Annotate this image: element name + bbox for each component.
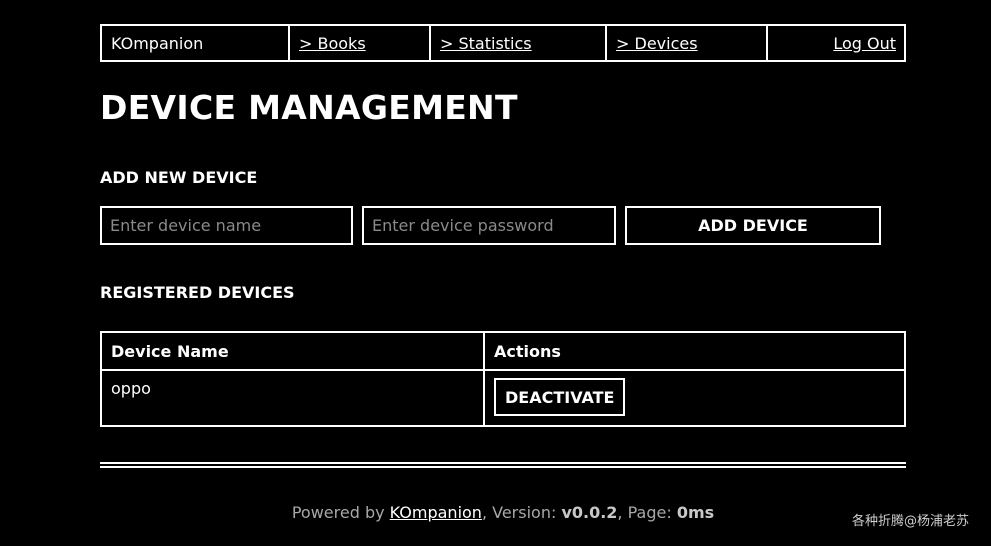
brand-label: KOmpanion xyxy=(111,33,204,53)
footer-divider-bottom xyxy=(100,466,906,468)
brand: KOmpanion xyxy=(102,26,290,60)
footer-divider-top xyxy=(100,462,906,464)
footer-version-label: , Version: xyxy=(481,503,562,522)
add-device-heading: ADD NEW DEVICE xyxy=(100,168,258,187)
footer: Powered by KOmpanion, Version: v0.0.2, P… xyxy=(100,503,906,522)
top-nav: KOmpanion > Books > Statistics > Devices… xyxy=(100,24,906,62)
device-name-cell: oppo xyxy=(100,369,485,427)
add-device-button[interactable]: ADD DEVICE xyxy=(625,206,881,245)
column-header-actions: Actions xyxy=(483,331,906,371)
device-password-input[interactable] xyxy=(362,206,616,245)
watermark: 各种折腾@杨浦老苏 xyxy=(851,514,969,529)
nav-item-devices: > Devices xyxy=(607,26,768,60)
nav-item-books: > Books xyxy=(290,26,431,60)
page: KOmpanion > Books > Statistics > Devices… xyxy=(0,0,991,546)
books-link[interactable]: > Books xyxy=(299,34,366,53)
nav-item-statistics: > Statistics xyxy=(431,26,607,60)
table-row: oppo DEACTIVATE xyxy=(100,369,906,427)
devices-table: Device Name Actions oppo DEACTIVATE xyxy=(100,331,906,427)
footer-version: v0.0.2 xyxy=(561,503,618,522)
registered-devices-heading: REGISTERED DEVICES xyxy=(100,283,295,302)
actions-cell: DEACTIVATE xyxy=(483,369,906,427)
page-title: DEVICE MANAGEMENT xyxy=(100,88,518,127)
nav-item-logout: Log Out xyxy=(768,26,904,60)
statistics-link[interactable]: > Statistics xyxy=(440,34,532,53)
footer-page-label: , Page: xyxy=(617,503,677,522)
device-name-input[interactable] xyxy=(100,206,353,245)
footer-powered-by: Powered by xyxy=(291,503,390,522)
footer-page-time: 0ms xyxy=(676,503,715,522)
devices-link[interactable]: > Devices xyxy=(616,34,698,53)
column-header-device-name: Device Name xyxy=(100,331,485,371)
footer-kompanion-link[interactable]: KOmpanion xyxy=(390,503,482,522)
table-header-row: Device Name Actions xyxy=(100,331,906,371)
logout-link[interactable]: Log Out xyxy=(833,34,896,53)
deactivate-button[interactable]: DEACTIVATE xyxy=(494,378,626,416)
